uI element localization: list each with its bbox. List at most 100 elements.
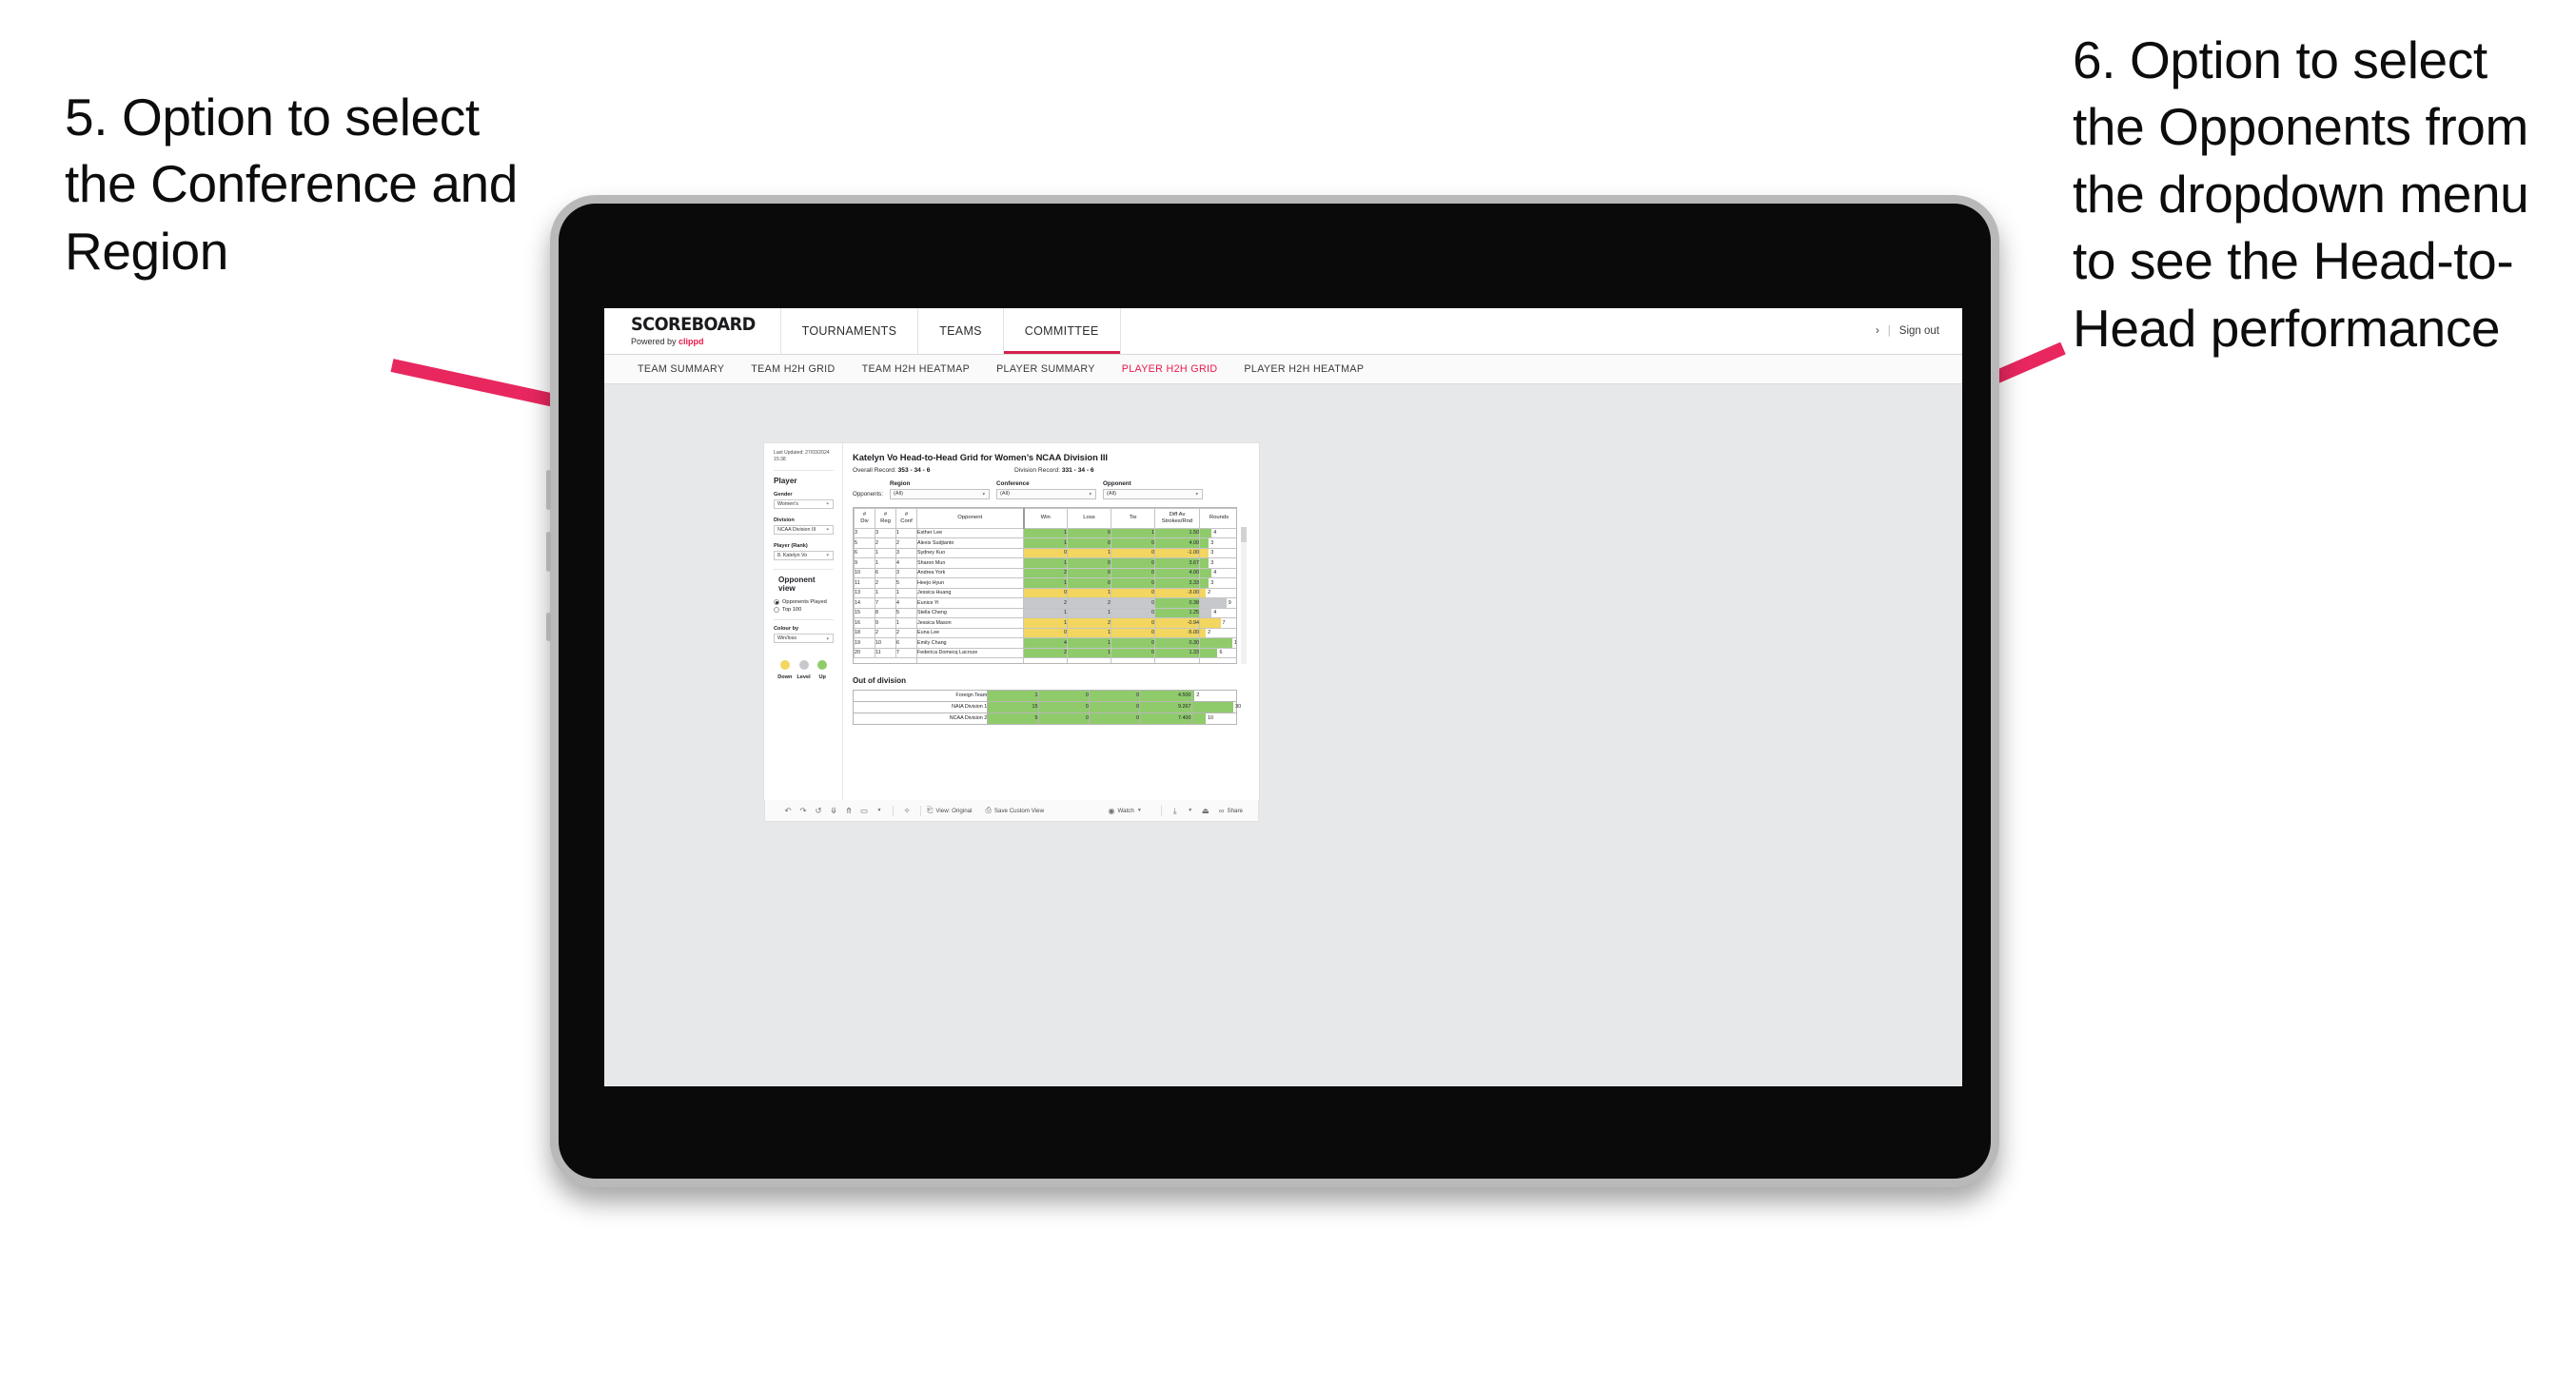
radio-opponents-played[interactable]: Opponents Played	[774, 598, 834, 605]
opponent-filter-dropdown[interactable]: (All) ▼	[1103, 488, 1203, 499]
gender-dropdown[interactable]: Women’s ▼	[774, 498, 834, 509]
rounds-bar	[1200, 528, 1212, 537]
table-cell: -0.94	[1154, 617, 1200, 629]
topnav-item-teams[interactable]: TEAMS	[918, 308, 1004, 354]
chevron-down-icon[interactable]: ▼	[872, 808, 887, 813]
column-header[interactable]: Diff Av Strokes/Rnd	[1154, 507, 1200, 529]
clippd-brand-label: clippd	[678, 337, 704, 346]
column-header[interactable]: # Conf	[895, 507, 917, 529]
division-dropdown[interactable]: NCAA Division III ▼	[774, 524, 834, 535]
device-layout-icon[interactable]: ▭	[856, 807, 872, 815]
table-row[interactable]: 16 9 1 Jessica Mason 1 2 0 -0.94 7	[854, 617, 1236, 629]
table-row[interactable]: 15 8 5 Stella Cheng 1 1 0 1.25 4	[854, 607, 1236, 618]
table-row[interactable]: 5 2 2 Alexis Sudjianto 1 0 0 4.00 3	[854, 537, 1236, 549]
tab-player-summary[interactable]: PLAYER SUMMARY	[983, 363, 1109, 375]
rounds-bar	[1200, 608, 1212, 617]
table-cell: 0	[1111, 637, 1155, 649]
table-cell: 0	[1067, 527, 1111, 538]
table-cell: 0	[1088, 700, 1141, 713]
power-button[interactable]	[546, 613, 551, 641]
table-row[interactable]: 10 6 3 Andrea York 2 0 0 4.00 4	[854, 567, 1236, 578]
annotation-5-text: 5. Option to select the Conference and R…	[65, 88, 518, 281]
help-icon[interactable]: ✧	[899, 807, 914, 815]
grid-scrollbar-thumb[interactable]	[1241, 526, 1247, 542]
table-row[interactable]: 18 2 2 Euna Lee 0 1 0 -5.00 2	[854, 627, 1236, 638]
radio-label-opponents-played: Opponents Played	[782, 598, 827, 605]
conference-filter-dropdown[interactable]: (All) ▼	[996, 488, 1096, 499]
table-cell: 15	[987, 700, 1039, 713]
table-cell: 14	[854, 597, 875, 609]
brand-logo[interactable]: SCOREBOARD Powered by clippd	[604, 308, 781, 354]
chevron-down-icon[interactable]: ▼	[1183, 808, 1198, 813]
download-icon[interactable]: ⤓	[1168, 807, 1183, 815]
table-row[interactable]: 9 1 4 Sharon Mun 1 0 0 3.67 3	[854, 557, 1236, 569]
table-cell: 3	[875, 527, 896, 538]
table-row[interactable]: 20 11 7 Federica Domecq Lacroze 2 1 0 1.33 6	[854, 647, 1236, 658]
table-cell: 5	[854, 537, 875, 549]
rounds-value: 2	[1208, 630, 1211, 636]
table-row[interactable]: NAIA Division 1 15 0 0 9.267 30	[852, 700, 1241, 713]
column-header[interactable]: Loss	[1067, 507, 1111, 529]
table-row[interactable]: 13 1 1 Jessica Huang 0 1 0 -3.00 2	[854, 587, 1236, 598]
opponent-filter-row: Opponents: Region (All) ▼ Conference (Al	[853, 480, 1249, 499]
chevron-right-icon[interactable]: ›	[1876, 325, 1879, 337]
watch-icon: ◉	[1108, 806, 1115, 815]
tab-player-h2h-heatmap[interactable]: PLAYER H2H HEATMAP	[1230, 363, 1377, 375]
table-cell: 2	[1067, 597, 1111, 609]
fullscreen-icon[interactable]: ⏏	[1198, 807, 1213, 815]
volume-up-button[interactable]	[546, 470, 551, 510]
table-cell-empty	[875, 657, 896, 663]
topnav-item-committee[interactable]: COMMITTEE	[1003, 308, 1121, 354]
grid-vertical-scrollbar[interactable]	[1241, 526, 1247, 664]
player-rank-dropdown[interactable]: 8. Katelyn Vo ▼	[774, 550, 834, 560]
rounds-value: 7	[1222, 619, 1226, 626]
table-cell: 1	[875, 557, 896, 569]
volume-down-button[interactable]	[546, 532, 551, 572]
revert-icon[interactable]: ↺	[811, 807, 826, 815]
topnav-item-tournaments[interactable]: TOURNAMENTS	[781, 308, 919, 354]
redo-icon[interactable]: ↷	[796, 807, 811, 815]
table-cell: 7	[875, 597, 896, 609]
table-row[interactable]: 3 3 1 Esther Lee 1 0 1 1.50 4	[854, 527, 1236, 538]
h2h-grid-scroll-area[interactable]: # Div # Reg # Conf Opponent Win Loss Tie Diff Av St…	[853, 506, 1237, 664]
sign-out-link[interactable]: Sign out	[1899, 325, 1939, 337]
table-row[interactable]: Foreign Team 1 0 0 4.500 2	[852, 689, 1237, 702]
watch-button[interactable]: ◉ Watch ▼	[1109, 807, 1142, 815]
table-cell: 2	[895, 627, 917, 638]
h2h-grid-wrapper: # Div # Reg # Conf Opponent Win Loss Tie Diff Av St…	[853, 506, 1247, 664]
table-row[interactable]: 14 7 4 Eunice Yi 2 2 0 0.38 9	[854, 597, 1236, 609]
table-cell: 9	[854, 557, 875, 569]
column-header[interactable]: Rounds	[1199, 507, 1236, 529]
refresh-icon[interactable]: ⤋	[826, 807, 841, 815]
column-header[interactable]: Tie	[1111, 507, 1155, 529]
colour-by-dropdown[interactable]: Win/loss ▼	[774, 634, 834, 644]
region-filter-dropdown[interactable]: (All) ▼	[890, 488, 990, 499]
table-row[interactable]: 19106Emily Chang4100.3011	[854, 637, 1236, 649]
column-header[interactable]: Win	[1022, 507, 1068, 529]
table-cell: 0	[1037, 712, 1090, 725]
radio-top-100[interactable]: Top 100	[774, 607, 834, 614]
table-cell: 0	[1111, 567, 1155, 578]
share-button[interactable]: ∞ Share	[1219, 807, 1243, 815]
view-original-button[interactable]: ⎗ View: Original	[927, 806, 972, 815]
tab-player-h2h-grid[interactable]: PLAYER H2H GRID	[1109, 363, 1231, 375]
column-header[interactable]: # Reg	[875, 507, 896, 529]
save-custom-view-button[interactable]: ⎙ Save Custom View	[985, 806, 1044, 815]
undo-icon[interactable]: ↶	[780, 807, 796, 815]
division-value: NCAA Division III	[777, 526, 816, 533]
table-row[interactable]: NCAA Division 2 5 0 0 7.400 10	[852, 712, 1237, 725]
table-cell: 1	[1067, 547, 1111, 558]
table-cell: Stella Cheng	[916, 607, 1024, 618]
table-cell: 1	[1023, 577, 1068, 589]
out-of-division-body: Foreign Team 1 0 0 4.500 2 NAIA Division 1 15 0 0…	[852, 689, 1241, 725]
pause-updates-icon[interactable]: ⤊	[841, 807, 856, 815]
tab-team-h2h-grid[interactable]: TEAM H2H GRID	[737, 363, 848, 375]
column-header[interactable]: Opponent	[916, 507, 1024, 529]
tab-team-summary[interactable]: TEAM SUMMARY	[624, 363, 737, 375]
table-row[interactable]: 6 1 3 Sydney Kuo 0 1 0 -1.00 3	[854, 547, 1236, 558]
share-icon: ∞	[1218, 806, 1225, 815]
tab-team-h2h-heatmap[interactable]: TEAM H2H HEATMAP	[849, 363, 983, 375]
opponent-view-heading: Opponent view	[778, 575, 816, 593]
column-header[interactable]: # Div	[854, 507, 875, 529]
table-row[interactable]: 11 2 5 Heejo Hyun 1 0 0 3.33 3	[854, 577, 1236, 589]
